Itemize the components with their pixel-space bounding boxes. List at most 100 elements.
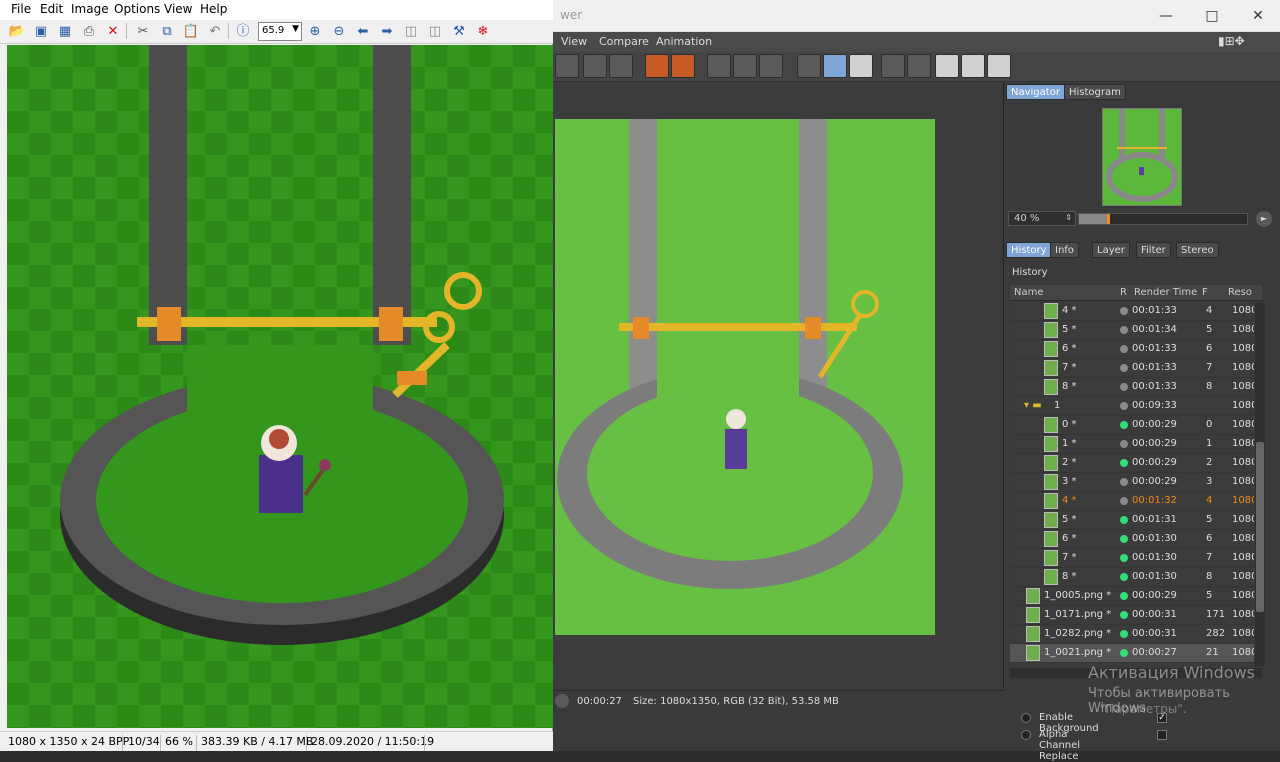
- history-row[interactable]: 5 * 00:01:34 5 1080: [1010, 321, 1254, 340]
- play-icon[interactable]: [555, 694, 569, 708]
- history-row[interactable]: 8 * 00:01:33 8 1080: [1010, 378, 1254, 397]
- scrollbar-thumb[interactable]: [1256, 442, 1264, 612]
- crop-icon[interactable]: [555, 54, 579, 78]
- tab-stereo[interactable]: Stereo: [1176, 242, 1219, 258]
- col-resolution[interactable]: Reso: [1228, 287, 1252, 298]
- copy-render-icon[interactable]: [645, 54, 669, 78]
- info-icon[interactable]: ⓘ: [234, 23, 252, 41]
- col-render-time[interactable]: Render Time: [1134, 287, 1197, 298]
- compare-split-icon[interactable]: [823, 54, 847, 78]
- history-row[interactable]: 0 * 00:00:29 0 1080: [1010, 416, 1254, 435]
- row-frame: 1: [1206, 438, 1213, 449]
- col-r[interactable]: R: [1120, 287, 1127, 298]
- set-a-icon[interactable]: [881, 54, 905, 78]
- menu-image[interactable]: Image: [71, 2, 109, 16]
- swap-icon[interactable]: [935, 54, 959, 78]
- delete-icon[interactable]: ✕: [104, 23, 122, 41]
- layout-icon[interactable]: ▮⊞✥: [1218, 34, 1245, 48]
- history-row[interactable]: 1_0282.png * 00:00:31 282 1080: [1010, 625, 1254, 644]
- menu-animation[interactable]: Animation: [656, 35, 712, 48]
- menu-view[interactable]: View: [164, 2, 192, 16]
- render-region-icon[interactable]: [733, 54, 757, 78]
- history-row[interactable]: 1_0021.png * 00:00:27 21 1080: [1010, 644, 1254, 663]
- next-icon[interactable]: ➡: [378, 23, 396, 41]
- tab-histogram[interactable]: Histogram: [1064, 84, 1126, 100]
- zoom-slider-handle[interactable]: [1107, 214, 1110, 224]
- history-row[interactable]: 6 * 00:01:30 6 1080: [1010, 530, 1254, 549]
- person-icon[interactable]: [609, 54, 633, 78]
- folder-icon[interactable]: ▾ ▬: [1024, 400, 1042, 411]
- tab-navigator[interactable]: Navigator: [1006, 84, 1065, 100]
- menu-view[interactable]: View: [561, 35, 587, 48]
- plugin-icon[interactable]: ❄: [474, 23, 492, 41]
- col-name[interactable]: Name: [1014, 287, 1044, 298]
- history-row[interactable]: 1_0005.png * 00:00:29 5 1080: [1010, 587, 1254, 606]
- menu-options[interactable]: Options: [114, 2, 160, 16]
- maximize-button[interactable]: □: [1189, 0, 1235, 32]
- stereo-icon[interactable]: [987, 54, 1011, 78]
- close-button[interactable]: ✕: [1235, 0, 1280, 32]
- tab-history[interactable]: History: [1006, 242, 1052, 258]
- thumbnails-icon[interactable]: ▣: [32, 23, 50, 41]
- minimize-button[interactable]: —: [1143, 0, 1189, 32]
- history-list: 4 * 00:01:33 4 1080 5 * 00:01:34 5 1080 6 * 00:01…: [1010, 302, 1254, 666]
- set-b-icon[interactable]: [907, 54, 931, 78]
- history-row[interactable]: 8 * 00:01:30 8 1080: [1010, 568, 1254, 587]
- settings-icon[interactable]: ⚒: [450, 23, 468, 41]
- tab-info[interactable]: Info: [1050, 242, 1079, 258]
- image-canvas[interactable]: [7, 45, 553, 728]
- zoom-play-icon[interactable]: ►: [1256, 211, 1272, 227]
- last-page-icon[interactable]: ◫: [426, 23, 444, 41]
- undo-icon[interactable]: ↶: [206, 23, 224, 41]
- cut-icon[interactable]: ✂: [134, 23, 152, 41]
- render-status-icon: [1120, 554, 1128, 562]
- paste-render-icon[interactable]: [671, 54, 695, 78]
- row-thumbnail: [1044, 474, 1058, 490]
- tab-filter[interactable]: Filter: [1136, 242, 1171, 258]
- menu-help[interactable]: Help: [200, 2, 227, 16]
- menu-file[interactable]: File: [11, 2, 31, 16]
- history-row[interactable]: 6 * 00:01:33 6 1080: [1010, 340, 1254, 359]
- open-icon[interactable]: 📂: [8, 23, 26, 41]
- menu-edit[interactable]: Edit: [40, 2, 63, 16]
- first-page-icon[interactable]: ◫: [402, 23, 420, 41]
- history-row[interactable]: 5 * 00:01:31 5 1080: [1010, 511, 1254, 530]
- menu-compare[interactable]: Compare: [599, 35, 649, 48]
- render-all-icon[interactable]: [759, 54, 783, 78]
- zoom-select[interactable]: 65.9 ▼: [258, 22, 302, 41]
- region-icon[interactable]: [583, 54, 607, 78]
- compare-ab-icon[interactable]: [849, 54, 873, 78]
- history-row[interactable]: 4 * 00:01:33 4 1080: [1010, 302, 1254, 321]
- print-icon[interactable]: ⎙: [80, 23, 98, 41]
- history-row[interactable]: 4 * 00:01:32 4 1080: [1010, 492, 1254, 511]
- row-name: 6 *: [1062, 343, 1077, 354]
- history-row[interactable]: 3 * 00:00:29 3 1080: [1010, 473, 1254, 492]
- chevron-down-icon[interactable]: ▼: [292, 24, 299, 34]
- history-row[interactable]: ▾ ▬ 1 00:09:33 1080: [1010, 397, 1254, 416]
- ab-icon[interactable]: [797, 54, 821, 78]
- history-row[interactable]: 2 * 00:00:29 2 1080: [1010, 454, 1254, 473]
- tab-layer[interactable]: Layer: [1092, 242, 1130, 258]
- history-row[interactable]: 7 * 00:01:33 7 1080: [1010, 359, 1254, 378]
- zoom-field[interactable]: 40 % ⇕: [1008, 211, 1076, 226]
- history-row[interactable]: 1_0171.png * 00:00:31 171 1080: [1010, 606, 1254, 625]
- swap-b-icon[interactable]: [961, 54, 985, 78]
- copy-icon[interactable]: ⧉: [158, 23, 176, 41]
- zoom-slider[interactable]: [1078, 213, 1248, 225]
- zoom-in-icon[interactable]: ⊕: [306, 23, 324, 41]
- row-frame: 4: [1206, 305, 1213, 316]
- radio-icon[interactable]: [1021, 713, 1031, 723]
- history-scrollbar[interactable]: [1255, 302, 1265, 666]
- render-view-icon[interactable]: [707, 54, 731, 78]
- history-row[interactable]: 1 * 00:00:29 1 1080: [1010, 435, 1254, 454]
- save-icon[interactable]: ▦: [56, 23, 74, 41]
- radio-icon[interactable]: [1021, 730, 1031, 740]
- previous-icon[interactable]: ⬅: [354, 23, 372, 41]
- history-row[interactable]: 7 * 00:01:30 7 1080: [1010, 549, 1254, 568]
- zoom-out-icon[interactable]: ⊖: [330, 23, 348, 41]
- checkbox-alpha-replace[interactable]: [1157, 730, 1167, 740]
- zoom-stepper-icon[interactable]: ⇕: [1065, 213, 1072, 222]
- paste-icon[interactable]: 📋: [182, 23, 200, 41]
- col-frame[interactable]: F: [1202, 287, 1208, 298]
- navigator-thumbnail[interactable]: [1102, 108, 1182, 206]
